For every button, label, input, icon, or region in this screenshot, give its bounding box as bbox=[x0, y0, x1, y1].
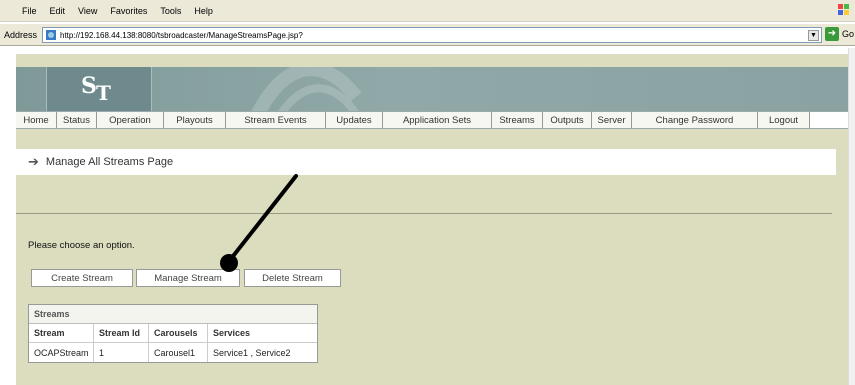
nav-status[interactable]: Status bbox=[57, 112, 97, 128]
page-title-bar: ➔ Manage All Streams Page bbox=[16, 149, 836, 175]
nav-updates[interactable]: Updates bbox=[326, 112, 383, 128]
browser-menu-bar: File Edit View Favorites Tools Help bbox=[0, 0, 855, 22]
table-cell: 1 bbox=[94, 343, 149, 362]
main-nav: Home Status Operation Playouts Stream Ev… bbox=[16, 111, 848, 129]
banner-watermark-icon bbox=[251, 67, 362, 111]
menu-help[interactable]: Help bbox=[194, 6, 213, 16]
nav-playouts[interactable]: Playouts bbox=[164, 112, 226, 128]
logo-box: S T bbox=[46, 67, 152, 111]
address-label: Address bbox=[4, 29, 38, 40]
table-cell: OCAPStream bbox=[29, 343, 94, 362]
column-header: Carousels bbox=[149, 324, 208, 342]
go-button[interactable]: ➜ Go bbox=[825, 27, 854, 41]
nav-stream-events[interactable]: Stream Events bbox=[226, 112, 326, 128]
table-row[interactable]: OCAPStream 1 Carousel1 Service1 , Servic… bbox=[29, 343, 317, 362]
table-cell: Service1 , Service2 bbox=[213, 347, 291, 358]
go-arrow-icon: ➜ bbox=[825, 27, 839, 41]
windows-flag-icon bbox=[838, 4, 849, 15]
streams-table-caption: Streams bbox=[29, 305, 317, 324]
column-header: Stream bbox=[29, 324, 94, 342]
st-logo: S T bbox=[81, 73, 111, 105]
nav-home[interactable]: Home bbox=[16, 112, 57, 128]
address-dropdown-icon[interactable]: ▼ bbox=[808, 30, 819, 41]
nav-server[interactable]: Server bbox=[592, 112, 632, 128]
menu-tools[interactable]: Tools bbox=[160, 6, 181, 16]
menu-favorites[interactable]: Favorites bbox=[110, 6, 147, 16]
menu-view[interactable]: View bbox=[78, 6, 97, 16]
menu-edit[interactable]: Edit bbox=[50, 6, 66, 16]
header-banner: S T bbox=[16, 67, 848, 111]
menu-file[interactable]: File bbox=[22, 6, 37, 16]
nav-outputs[interactable]: Outputs bbox=[543, 112, 592, 128]
section-divider bbox=[16, 213, 832, 214]
table-header-row: Stream Stream Id Carousels Services bbox=[29, 324, 317, 343]
page-icon bbox=[46, 30, 56, 40]
manage-stream-button[interactable]: Manage Stream bbox=[136, 269, 240, 287]
column-header: Stream Id bbox=[94, 324, 149, 342]
url-input[interactable]: http://192.168.44.138:8080/tsbroadcaster… bbox=[42, 27, 822, 43]
app-content: S T Home Status Operation Playouts Strea… bbox=[16, 54, 848, 385]
option-prompt: Please choose an option. bbox=[28, 240, 135, 251]
column-header: Services bbox=[213, 328, 251, 338]
page-title: Manage All Streams Page bbox=[45, 156, 174, 168]
arrow-right-icon: ➔ bbox=[28, 154, 39, 169]
nav-streams[interactable]: Streams bbox=[492, 112, 543, 128]
address-bar: Address http://192.168.44.138:8080/tsbro… bbox=[0, 24, 855, 46]
nav-application-sets[interactable]: Application Sets bbox=[383, 112, 492, 128]
table-cell: Carousel1 bbox=[149, 343, 208, 362]
page-viewport: S T Home Status Operation Playouts Strea… bbox=[0, 48, 848, 385]
go-label: Go bbox=[842, 29, 855, 39]
create-stream-button[interactable]: Create Stream bbox=[31, 269, 133, 287]
delete-stream-button[interactable]: Delete Stream bbox=[244, 269, 341, 287]
nav-logout[interactable]: Logout bbox=[758, 112, 810, 128]
url-text: http://192.168.44.138:8080/tsbroadcaster… bbox=[60, 30, 303, 40]
streams-table: Streams Stream Stream Id Carousels Servi… bbox=[28, 304, 318, 363]
vertical-scrollbar[interactable] bbox=[848, 48, 855, 385]
nav-operation[interactable]: Operation bbox=[97, 112, 164, 128]
nav-change-password[interactable]: Change Password bbox=[632, 112, 758, 128]
